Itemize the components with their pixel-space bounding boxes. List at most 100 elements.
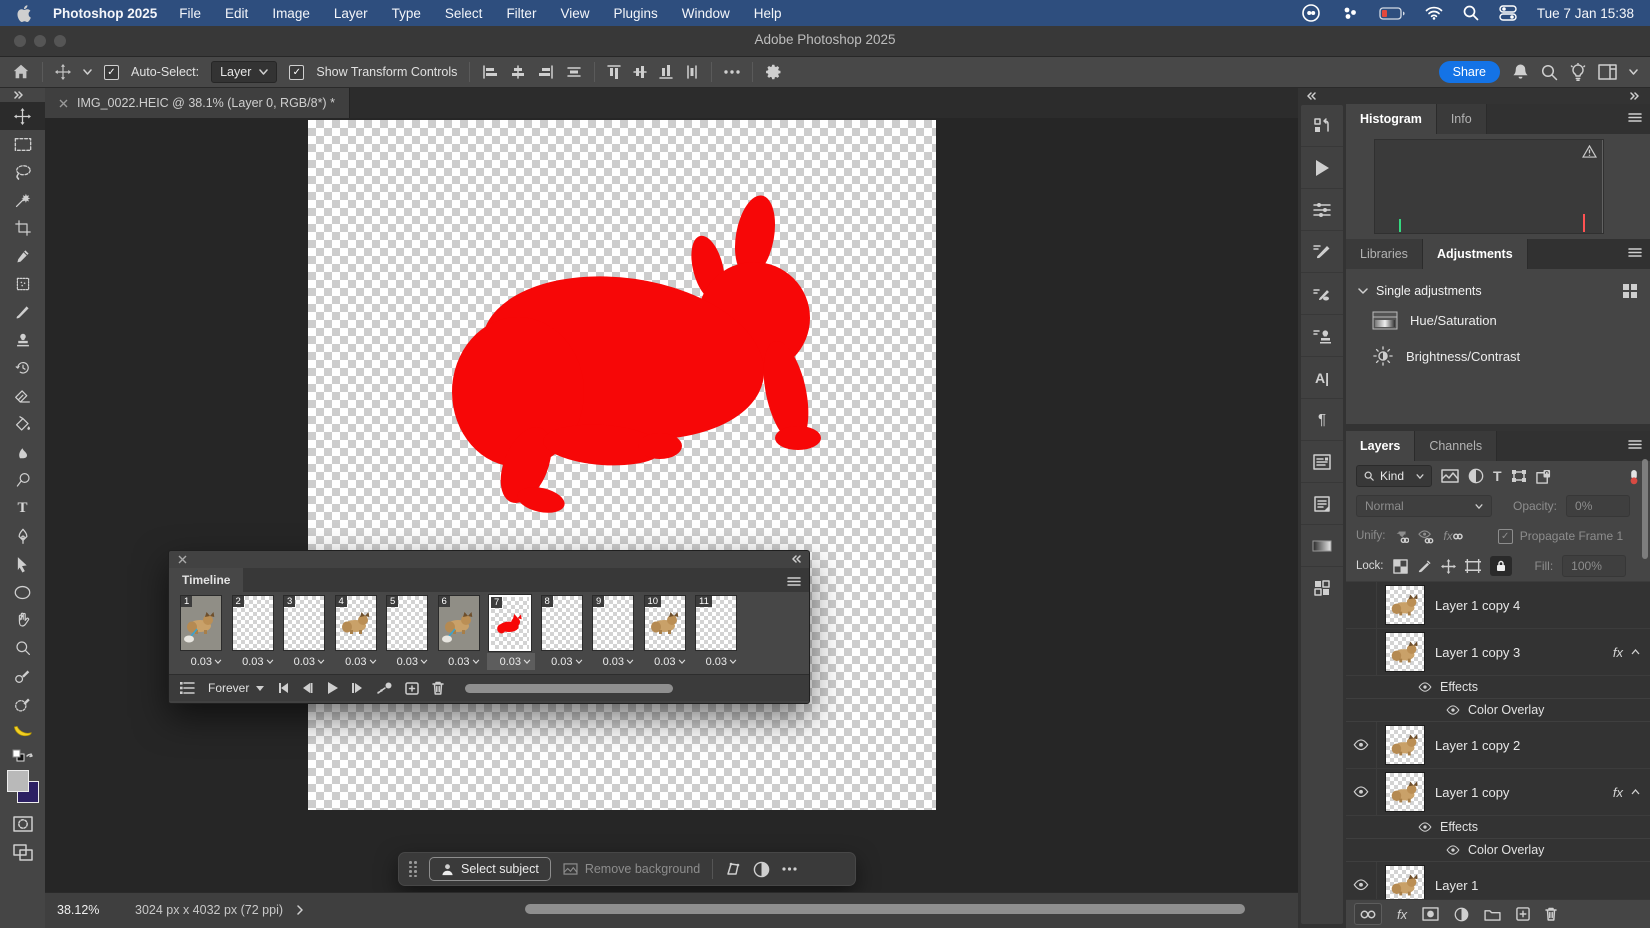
collapse-panel-icon[interactable] xyxy=(791,555,801,563)
tab-adjustments[interactable]: Adjustments xyxy=(1423,239,1528,269)
layer-visibility-toggle[interactable] xyxy=(1346,629,1377,675)
brush-settings-icon[interactable] xyxy=(1301,231,1343,273)
layers-scrollbar[interactable] xyxy=(1642,459,1648,559)
menu-file[interactable]: File xyxy=(179,6,201,21)
align-right-icon[interactable] xyxy=(538,65,554,79)
banana-tool[interactable] xyxy=(0,718,45,746)
foreground-background-swatches[interactable] xyxy=(0,768,45,810)
transform-warp-icon[interactable] xyxy=(725,862,741,876)
battery-icon[interactable] xyxy=(1379,7,1405,20)
taskbar-more-icon[interactable] xyxy=(782,867,797,871)
filter-toggle-pin[interactable] xyxy=(1628,468,1640,485)
adjustment-brightness-contrast[interactable]: Brightness/Contrast xyxy=(1346,338,1650,374)
control-center-icon[interactable] xyxy=(1499,5,1517,21)
zoom-level[interactable]: 38.12% xyxy=(57,903,99,917)
menu-select[interactable]: Select xyxy=(445,6,483,21)
frame-thumbnail[interactable]: 2 xyxy=(232,595,274,651)
propagate-frame-checkbox[interactable]: ✓ xyxy=(1498,529,1513,544)
auto-select-checkbox[interactable]: ✓ xyxy=(104,65,119,80)
timeline-tab[interactable]: Timeline xyxy=(169,568,243,592)
layer-row[interactable]: Layer 1 copy 2 xyxy=(1346,722,1650,769)
document-canvas[interactable] xyxy=(308,120,936,810)
eraser-tool[interactable] xyxy=(0,382,45,410)
frame-thumbnail[interactable]: 8 xyxy=(541,595,583,651)
layer-fx-badge[interactable]: fx xyxy=(1613,645,1650,660)
notifications-bell-icon[interactable] xyxy=(1512,63,1529,81)
convert-to-video-timeline-icon[interactable] xyxy=(179,681,195,695)
eyedropper-tool[interactable] xyxy=(0,242,45,270)
toolbar-expand-icon[interactable] xyxy=(0,88,45,102)
new-layer-button[interactable] xyxy=(1516,907,1530,921)
layer-row[interactable]: Layer 1 copy 4 xyxy=(1346,582,1650,629)
frame-delay-dropdown[interactable]: 0.03 xyxy=(590,653,638,670)
dodge-tool[interactable] xyxy=(0,466,45,494)
layer-name[interactable]: Layer 1 copy xyxy=(1435,785,1509,800)
align-center-h-icon[interactable] xyxy=(510,65,526,79)
filter-kind-dropdown[interactable]: Kind xyxy=(1356,465,1432,487)
menu-image[interactable]: Image xyxy=(272,6,310,21)
discover-lightbulb-icon[interactable] xyxy=(1570,63,1586,81)
document-tab[interactable]: IMG_0022.HEIC @ 38.1% (Layer 0, RGB/8*) … xyxy=(45,88,350,118)
creative-cloud-icon[interactable] xyxy=(1301,3,1321,23)
clone-source-icon[interactable] xyxy=(1301,315,1343,357)
menu-help[interactable]: Help xyxy=(754,6,782,21)
layers-menu-icon[interactable] xyxy=(1628,440,1642,449)
timeline-frame-4[interactable]: 4 0.03 xyxy=(333,595,381,674)
layer-visibility-toggle[interactable] xyxy=(1346,769,1377,815)
frame-delay-dropdown[interactable]: 0.03 xyxy=(693,653,741,670)
lock-all-icon[interactable] xyxy=(1490,556,1512,576)
pen-tool[interactable] xyxy=(0,522,45,550)
show-transform-checkbox[interactable]: ✓ xyxy=(289,65,304,80)
link-layers-button[interactable] xyxy=(1354,903,1382,925)
layer-visibility-toggle[interactable] xyxy=(1346,862,1377,900)
move-tool-icon[interactable] xyxy=(55,64,71,80)
app-grid-icon[interactable] xyxy=(1341,5,1359,21)
layer-name[interactable]: Layer 1 copy 4 xyxy=(1435,598,1520,613)
brush-tool[interactable] xyxy=(0,298,45,326)
tween-button[interactable] xyxy=(376,682,392,694)
workspace-chevron-icon[interactable] xyxy=(1629,69,1638,75)
adjustment-hue-saturation[interactable]: Hue/Saturation xyxy=(1346,303,1650,338)
auto-select-dropdown[interactable]: Layer xyxy=(211,61,277,83)
previous-frame-button[interactable] xyxy=(302,683,314,693)
spotlight-icon[interactable] xyxy=(1463,5,1479,21)
foreground-color-swatch[interactable] xyxy=(7,770,29,792)
selection-brush-tool[interactable] xyxy=(0,690,45,718)
layer-row[interactable]: Layer 1 copy 3 fx xyxy=(1346,629,1650,676)
frame-delay-dropdown[interactable]: 0.03 xyxy=(384,653,432,670)
tab-histogram[interactable]: Histogram xyxy=(1346,104,1437,134)
timeline-frame-6[interactable]: 6 0.03 xyxy=(436,595,484,674)
version-history-icon[interactable] xyxy=(1301,105,1343,147)
clone-stamp-tool[interactable] xyxy=(0,326,45,354)
move-tool[interactable] xyxy=(0,102,45,130)
adjustment-contrast-icon[interactable] xyxy=(753,861,770,878)
add-mask-button[interactable] xyxy=(1422,907,1439,921)
menu-layer[interactable]: Layer xyxy=(334,6,368,21)
hand-tool[interactable] xyxy=(0,606,45,634)
horizontal-scrollbar[interactable] xyxy=(525,904,1245,914)
status-chevron-icon[interactable] xyxy=(297,905,303,915)
frame-thumbnail[interactable]: 6 xyxy=(438,595,480,651)
frame-delay-dropdown[interactable]: 0.03 xyxy=(281,653,329,670)
align-bottom-icon[interactable] xyxy=(659,64,673,80)
layer-row[interactable]: Layer 1 copy fx xyxy=(1346,769,1650,816)
menu-plugins[interactable]: Plugins xyxy=(613,6,657,21)
timeline-frame-5[interactable]: 5 0.03 xyxy=(384,595,432,674)
apple-menu-icon[interactable] xyxy=(16,5,31,22)
workspace-switcher-icon[interactable] xyxy=(1598,64,1617,80)
fill-value[interactable]: 100% xyxy=(1562,555,1626,577)
layer-name[interactable]: Layer 1 copy 2 xyxy=(1435,738,1520,753)
tab-layers[interactable]: Layers xyxy=(1346,431,1415,461)
screen-mode-button[interactable] xyxy=(0,838,45,866)
histogram-menu-icon[interactable] xyxy=(1628,113,1642,122)
layer-fx-badge[interactable]: fx xyxy=(1613,785,1650,800)
filter-shape-layers-icon[interactable] xyxy=(1511,469,1527,483)
new-group-button[interactable] xyxy=(1484,908,1501,921)
timeline-menu-icon[interactable] xyxy=(787,577,801,586)
distribute-h-icon[interactable] xyxy=(566,65,582,79)
loop-count-dropdown[interactable]: Forever xyxy=(208,681,264,695)
path-selection-tool[interactable] xyxy=(0,550,45,578)
single-adjustments-section[interactable]: Single adjustments xyxy=(1346,279,1650,303)
frame-thumbnail[interactable]: 4 xyxy=(335,595,377,651)
align-top-icon[interactable] xyxy=(607,64,621,80)
